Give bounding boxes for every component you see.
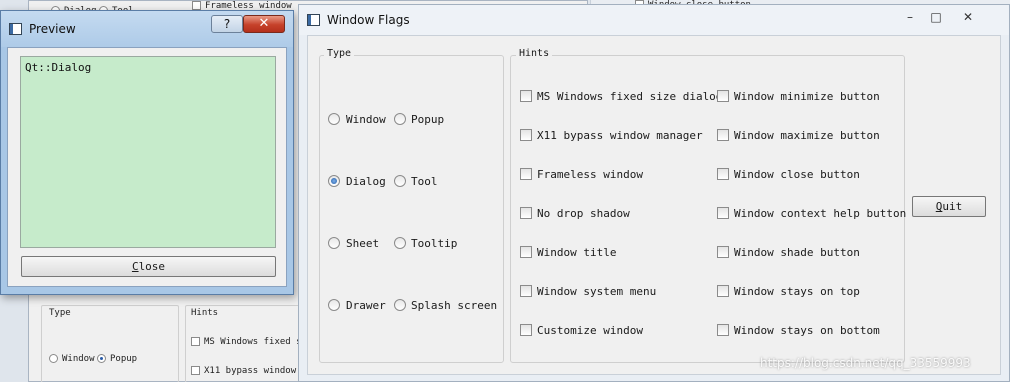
type-group-label: Type [324,48,355,59]
check-frameless-window-label: Frameless window [537,168,643,181]
quit-button-label: uit [942,200,963,213]
bg-check-frameless [192,1,201,10]
check-minimize-button-label: Window minimize button [734,90,880,103]
close-button-label: lose [138,260,166,273]
radio-tool[interactable] [394,175,406,187]
radio-splash-screen[interactable] [394,299,406,311]
watermark-text: https://blog.csdn.net/qq_33559993 [760,356,971,370]
radio-tool-label: Tool [411,175,438,188]
bg-check-fixed [191,337,200,346]
quit-button[interactable]: Quit [912,196,986,217]
bg-radio-window [49,354,58,363]
check-maximize-button-label: Window maximize button [734,129,880,142]
bg-check-x11 [191,366,200,375]
minimize-icon: – [907,10,913,24]
bg-radio-popup [97,354,106,363]
radio-tooltip[interactable] [394,237,406,249]
check-window-title-label: Window title [537,246,617,259]
close-icon: ✕ [258,16,270,31]
check-x11-bypass[interactable] [520,129,532,141]
help-button[interactable]: ? [211,15,243,33]
flags-text: Qt::Dialog [25,61,92,74]
check-close-button-label: Window close button [734,168,860,181]
radio-splash-screen-label: Splash screen [411,299,498,312]
check-stays-on-bottom[interactable] [717,324,729,336]
check-frameless-window[interactable] [520,168,532,180]
preview-close-x-button[interactable]: ✕ [243,15,285,33]
check-shade-button-label: Window shade button [734,246,860,259]
radio-drawer-label: Drawer [346,299,386,312]
check-window-title[interactable] [520,246,532,258]
preview-titlebar[interactable]: Preview ? ✕ [1,11,293,47]
maximize-button[interactable]: □ [923,10,949,26]
flags-titlebar[interactable]: Window Flags – □ ✕ [299,5,1009,35]
close-window-button[interactable]: ✕ [955,10,981,26]
check-close-button[interactable] [717,168,729,180]
close-button-mnemonic: C [131,260,139,273]
radio-popup-label: Popup [411,113,445,126]
flags-text-display[interactable]: Qt::Dialog [20,56,276,248]
preview-client: Qt::Dialog Close [7,47,287,287]
check-minimize-button[interactable] [717,90,729,102]
bg-hints-label: Hints [191,308,219,318]
check-system-menu-label: Window system menu [537,285,657,298]
bg-label-window: Window [62,354,95,364]
radio-popup[interactable] [394,113,406,125]
close-button[interactable]: Close [21,256,276,277]
check-ms-windows-fixed-size[interactable] [520,90,532,102]
check-no-drop-shadow-label: No drop shadow [537,207,630,220]
hints-group-label: Hints [516,48,553,59]
check-context-help-button[interactable] [717,207,729,219]
preview-title: Preview [29,22,76,36]
radio-dialog-label: Dialog [346,175,386,188]
check-shade-button[interactable] [717,246,729,258]
radio-tooltip-label: Tooltip [411,237,458,250]
close-icon: ✕ [962,10,974,24]
preview-window: Preview ? ✕ Qt::Dialog Close [0,10,294,295]
radio-sheet-label: Sheet [346,237,380,250]
radio-drawer[interactable] [328,299,340,311]
check-context-help-button-label: Window context help button [734,207,907,220]
radio-dialog[interactable] [328,175,340,187]
check-stays-on-top[interactable] [717,285,729,297]
check-no-drop-shadow[interactable] [520,207,532,219]
check-x11-bypass-label: X11 bypass window manager [537,129,703,142]
check-system-menu[interactable] [520,285,532,297]
check-maximize-button[interactable] [717,129,729,141]
check-ms-windows-fixed-size-label: MS Windows fixed size dialog [537,90,723,103]
check-stays-on-top-label: Window stays on top [734,285,860,298]
flags-title: Window Flags [327,13,410,27]
check-customize-window[interactable] [520,324,532,336]
maximize-icon: □ [930,10,942,24]
type-groupbox [319,55,504,363]
radio-window-label: Window [346,113,386,126]
window-flags-window: Window Flags – □ ✕ Type Window Popup Dia… [298,4,1010,382]
check-stays-on-bottom-label: Window stays on bottom [734,324,880,337]
minimize-button[interactable]: – [897,10,923,26]
window-icon [307,14,320,26]
radio-sheet[interactable] [328,237,340,249]
bg-type-label: Type [49,308,71,318]
radio-window[interactable] [328,113,340,125]
bg-label-popup: Popup [110,354,138,364]
window-icon [9,23,22,35]
check-customize-window-label: Customize window [537,324,643,337]
flags-client: Type Window Popup Dialog Tool Sheet Tool… [307,35,1001,375]
